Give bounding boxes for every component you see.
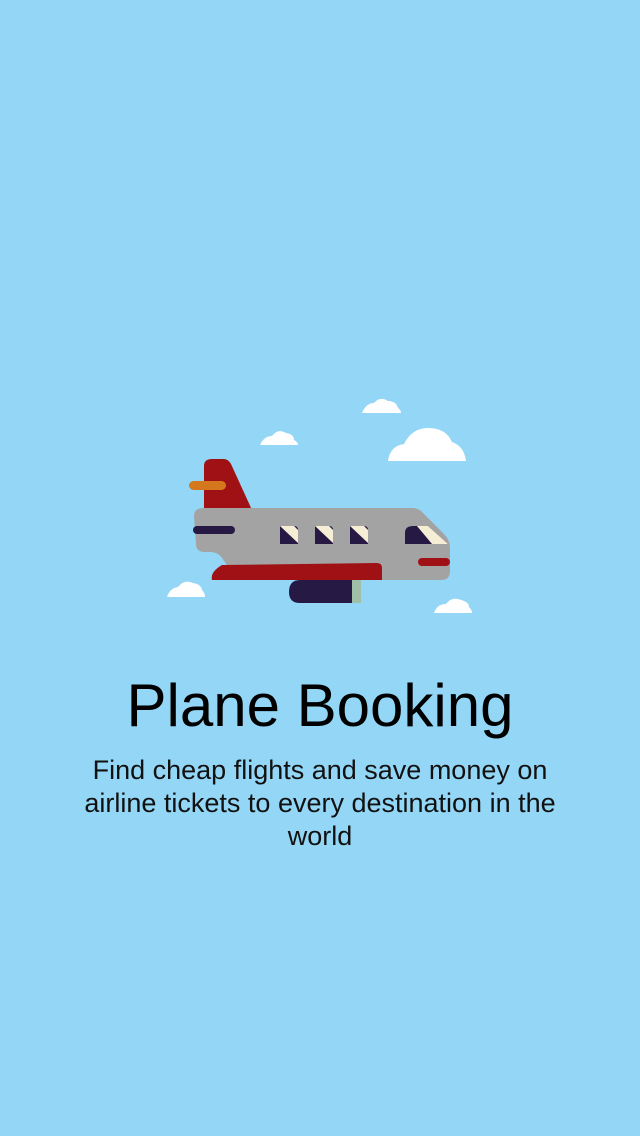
- app-title: Plane Booking: [126, 672, 514, 739]
- cloud-icon: [260, 431, 298, 445]
- splash-screen: Plane Booking Find cheap flights and sav…: [0, 0, 640, 1136]
- cloud-icon: [434, 598, 472, 613]
- app-tagline: Find cheap flights and save money on air…: [84, 755, 556, 851]
- cloud-icon: [362, 398, 401, 413]
- airplane-icon: [189, 459, 450, 603]
- cloud-icon: [167, 581, 205, 597]
- airplane-illustration: [167, 398, 472, 613]
- cloud-icon: [388, 428, 466, 461]
